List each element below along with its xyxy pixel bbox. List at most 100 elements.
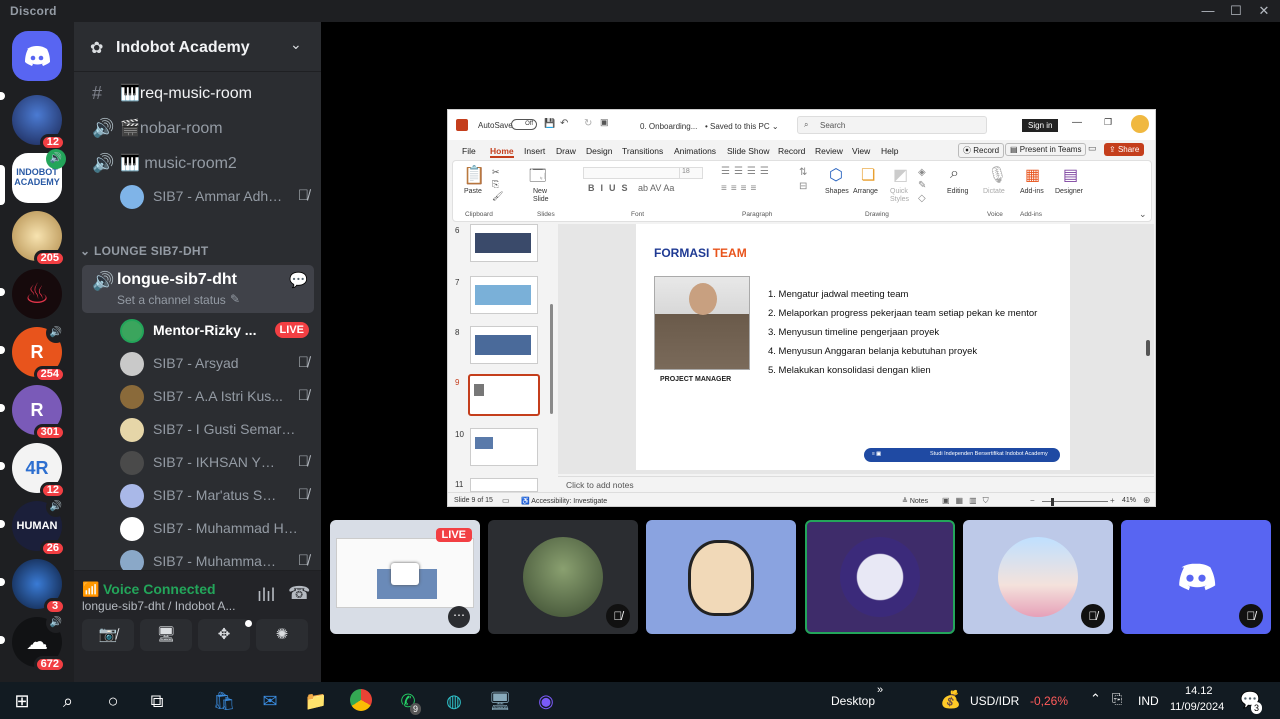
share-button[interactable]: ⇪ Share bbox=[1104, 143, 1145, 156]
tab-record[interactable]: Record bbox=[778, 146, 805, 156]
tab-insert[interactable]: Insert bbox=[524, 146, 545, 156]
tab-help[interactable]: Help bbox=[881, 146, 898, 156]
save-icon[interactable]: 💾 bbox=[544, 118, 555, 129]
cut-copy-icon[interactable]: ✂ ⎘ 🖌 bbox=[492, 166, 503, 202]
comments-icon[interactable]: ▭ bbox=[1088, 143, 1097, 154]
dictate-icon[interactable]: 🎙 bbox=[987, 165, 1007, 185]
app-window-icon[interactable]: 🖥 bbox=[488, 689, 512, 713]
channel-music-room2[interactable]: 🔊 🎹 music-room2 bbox=[82, 147, 314, 179]
ppt-restore-icon[interactable]: ❐ bbox=[1104, 117, 1112, 128]
zoom-level[interactable]: 41% bbox=[1122, 497, 1136, 504]
search-box[interactable]: ⌕ Search bbox=[797, 116, 987, 134]
slide-scrollbar[interactable] bbox=[1146, 340, 1150, 356]
language-indicator[interactable]: IND bbox=[1138, 694, 1159, 708]
participant-tile-speaking[interactable] bbox=[805, 520, 955, 634]
zoom-in-icon[interactable]: + bbox=[1110, 496, 1115, 505]
mail-icon[interactable]: ✉ bbox=[258, 689, 282, 713]
font-size-select[interactable]: 18 bbox=[679, 167, 703, 179]
voice-user[interactable]: SIB7 - IKHSAN YUD... 🎙̸ bbox=[110, 448, 315, 478]
accessibility-status[interactable]: ♿ Accessibility: Investigate bbox=[521, 497, 607, 505]
category-header[interactable]: ⌄ LOUNGE SIB7-DHT bbox=[80, 244, 209, 258]
zoom-out-icon[interactable]: − bbox=[1030, 496, 1035, 505]
microsoft-store-icon[interactable]: 🛍 bbox=[212, 689, 236, 713]
screen-share-button[interactable]: 🖥 bbox=[140, 619, 192, 651]
tab-review[interactable]: Review bbox=[815, 146, 843, 156]
whatsapp-icon[interactable]: ✆ 9 bbox=[396, 689, 422, 715]
desktop-toolbar[interactable]: Desktop bbox=[831, 694, 875, 708]
clock-date[interactable]: 11/09/2024 bbox=[1170, 701, 1224, 713]
voice-user[interactable]: SIB7 - Mar'atus Suc... 🎙̸ bbox=[110, 481, 315, 511]
undo-icon[interactable]: ↶ bbox=[560, 118, 568, 129]
home-button[interactable] bbox=[12, 31, 62, 81]
spellcheck-icon[interactable]: ▭ bbox=[502, 496, 510, 505]
tab-file[interactable]: File bbox=[462, 146, 476, 156]
minimize-button[interactable]: — bbox=[1194, 2, 1222, 20]
camera-off-button[interactable]: 📷̸ bbox=[82, 619, 134, 651]
tab-home[interactable]: Home bbox=[490, 146, 514, 158]
slide-thumbnail-11[interactable] bbox=[470, 478, 538, 492]
tab-slide-show[interactable]: Slide Show bbox=[727, 146, 770, 156]
more-options-icon[interactable]: ⋯ bbox=[448, 606, 470, 628]
server-icon-3[interactable]: 205 bbox=[12, 211, 66, 267]
thumbnail-scrollbar[interactable] bbox=[550, 304, 553, 414]
edge-icon[interactable]: ◍ bbox=[442, 689, 466, 713]
toolbar-chevron-icon[interactable]: » bbox=[877, 684, 883, 696]
currency-change[interactable]: -0,26% bbox=[1030, 694, 1068, 708]
close-button[interactable]: ✕ bbox=[1250, 2, 1278, 20]
participant-tile[interactable] bbox=[646, 520, 796, 634]
start-windows-icon[interactable]: ⊞ bbox=[10, 689, 34, 713]
disconnect-icon[interactable]: ☎ bbox=[288, 583, 310, 604]
soundboard-button[interactable]: ✺ bbox=[256, 619, 308, 651]
activities-button[interactable]: ✥ bbox=[198, 619, 250, 651]
slide-thumbnail-7[interactable] bbox=[470, 276, 538, 314]
chat-bubble-icon[interactable]: 💬 bbox=[289, 271, 308, 289]
network-icon[interactable]: ⎘ bbox=[1112, 691, 1122, 707]
server-icon-4[interactable]: ♨ bbox=[12, 269, 62, 319]
font-aa-icons[interactable]: ab AV Aa bbox=[638, 183, 674, 193]
add-ins-icon[interactable]: ▦ bbox=[1025, 165, 1040, 185]
slide-thumbnail-8[interactable] bbox=[470, 326, 538, 364]
participant-tile[interactable]: 🎙̸ bbox=[1121, 520, 1271, 634]
channel-longue-sib7-dht[interactable]: 🔊 longue-sib7-dht Set a channel status ✎… bbox=[82, 265, 314, 313]
participant-tile[interactable]: 🎙̸ bbox=[963, 520, 1113, 634]
slide-thumbnail-6[interactable] bbox=[470, 224, 538, 262]
voice-user[interactable]: SIB7 - I Gusti Semarab... bbox=[110, 415, 315, 445]
designer-icon[interactable]: ▤ bbox=[1063, 165, 1078, 185]
server-icon-9[interactable]: 3 bbox=[12, 559, 66, 615]
noise-suppression-icon[interactable]: ılıl bbox=[257, 585, 275, 606]
align-icons[interactable]: ≡≡≡≡ bbox=[721, 183, 760, 194]
ppt-minimize-icon[interactable]: — bbox=[1072, 117, 1082, 128]
powerpoint-stream[interactable]: AutoSave Off 💾 ↶ ↻ ▣ 0. Onboarding... • … bbox=[447, 109, 1156, 507]
font-format-icons[interactable]: BIUS bbox=[588, 183, 634, 193]
paste-icon[interactable]: 📋 bbox=[463, 165, 485, 186]
fit-slide-icon[interactable]: ⊕ bbox=[1143, 495, 1151, 506]
present-from-start-icon[interactable]: ▣ bbox=[600, 117, 609, 128]
notes-pane[interactable]: Click to add notes bbox=[558, 476, 1154, 492]
autosave-toggle[interactable]: Off bbox=[511, 119, 537, 130]
bullets-icons[interactable]: ☰☰☰☰ bbox=[721, 166, 773, 177]
file-name[interactable]: 0. Onboarding... bbox=[640, 122, 697, 131]
voice-status[interactable]: Voice Connected bbox=[103, 581, 216, 597]
server-icon-10[interactable]: ☁ 🔊 672 bbox=[12, 613, 66, 673]
voice-user[interactable]: SIB7 - Arsyad 🎙̸ bbox=[110, 349, 315, 379]
tab-design[interactable]: Design bbox=[586, 146, 612, 156]
text-direction-icons[interactable]: ⇅ ⊟ bbox=[799, 166, 807, 194]
notes-toggle[interactable]: ≜ Notes bbox=[902, 497, 928, 505]
server-icon-5[interactable]: R 🔊 254 bbox=[12, 323, 66, 383]
cortana-icon[interactable]: ○ bbox=[101, 689, 125, 713]
chevron-down-icon[interactable]: ⌄ bbox=[290, 36, 302, 53]
channel-nobar-room[interactable]: 🔊 🎬nobar-room bbox=[82, 112, 314, 144]
voice-user[interactable]: SIB7 - Ammar Adhy... 🎙̸ bbox=[110, 182, 315, 212]
fill-outline-icons[interactable]: ◈ ✎ ◇ bbox=[918, 166, 926, 205]
chrome-icon[interactable] bbox=[350, 689, 374, 713]
record-button[interactable]: ⦿ Record bbox=[958, 143, 1005, 158]
channel-req-music-room[interactable]: # 🎹req-music-room bbox=[82, 77, 314, 109]
search-icon[interactable]: ⌕ bbox=[56, 689, 80, 713]
slide[interactable]: FORMASI TEAM PROJECT MANAGER 1. Mengatur… bbox=[636, 224, 1070, 470]
server-icon-8[interactable]: HUMAN 🔊 26 bbox=[12, 497, 66, 557]
tab-draw[interactable]: Draw bbox=[556, 146, 576, 156]
slide-thumbnail-10[interactable] bbox=[470, 428, 538, 466]
sign-in-button[interactable]: Sign in bbox=[1022, 119, 1059, 132]
server-icon-6[interactable]: R 301 bbox=[12, 385, 66, 441]
server-icon-7[interactable]: 4R 12 bbox=[12, 443, 66, 499]
